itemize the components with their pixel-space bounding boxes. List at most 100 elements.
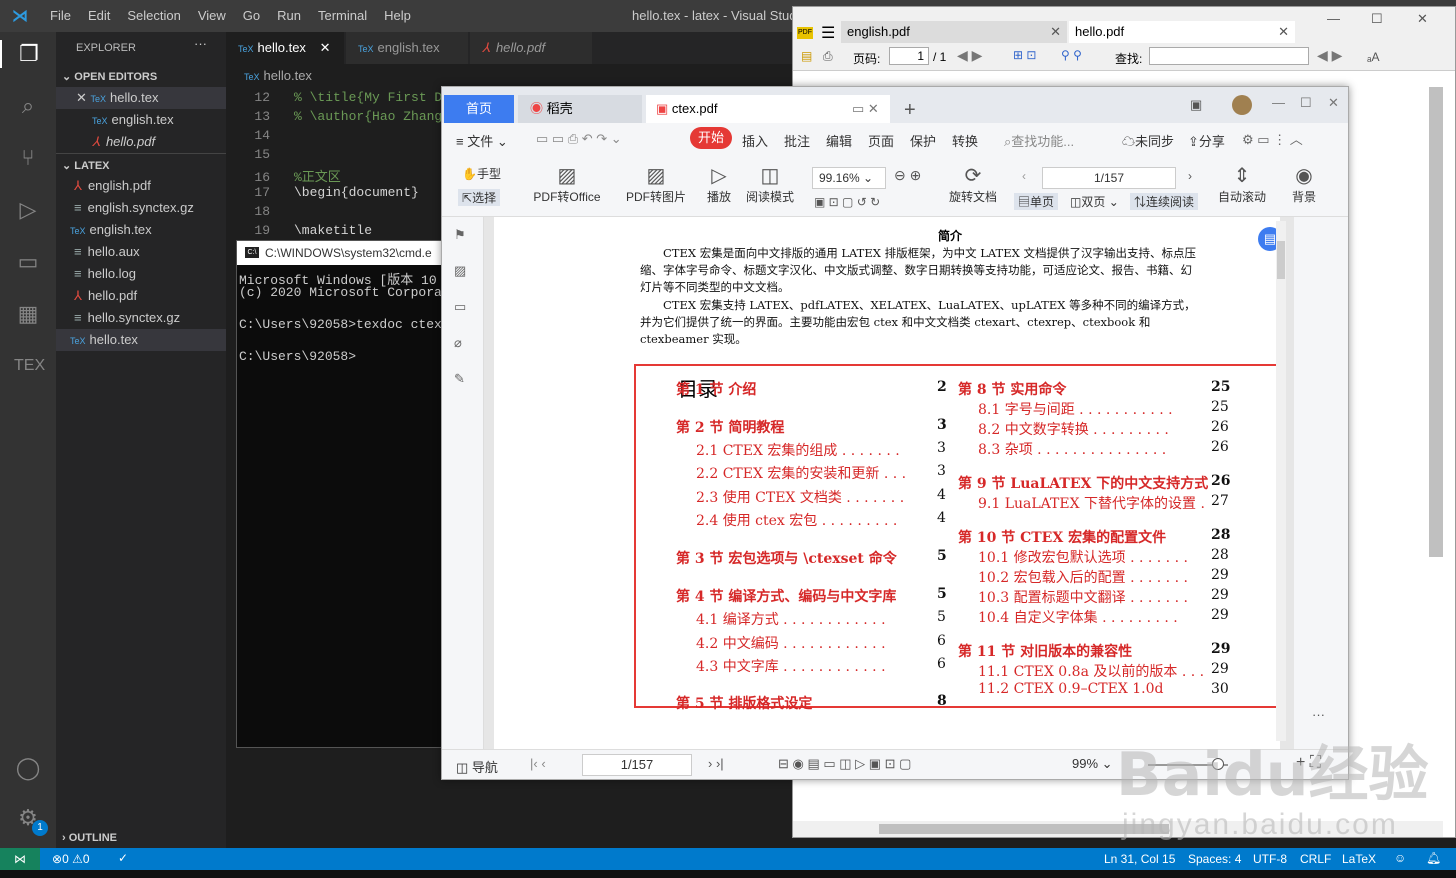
sign-icon[interactable]: ✎ — [454, 371, 465, 387]
menu-convert[interactable]: 转换 — [952, 131, 978, 150]
close-icon[interactable]: ▭ ✕ — [852, 95, 879, 123]
file-item[interactable]: ≡ english.synctex.gz — [56, 197, 226, 219]
code-line[interactable]: 14 — [226, 128, 294, 143]
next-last-icons[interactable]: › ›| — [708, 756, 724, 771]
close-icon[interactable]: ✕ — [320, 40, 331, 55]
toc-entry-label[interactable]: 第 5 节 排版格式设定 — [676, 693, 812, 713]
code-line[interactable]: 13% \author{Hao Zhang — [226, 109, 442, 124]
toc-entry-label[interactable]: 第 10 节 CTEX 宏集的配置文件 — [958, 527, 1166, 547]
comment-icon[interactable]: ▭ — [454, 299, 466, 315]
toc-entry-label[interactable]: 11.1 CTEX 0.8a 及以前的版本 . . . — [978, 661, 1204, 681]
open-editor-item[interactable]: ✕ TeX hello.tex — [56, 87, 226, 109]
menu-insert[interactable]: 插入 — [742, 131, 768, 150]
search-function[interactable]: ⌕查找功能... — [1004, 131, 1074, 150]
zoom-value[interactable]: 99% ⌄ — [1072, 756, 1113, 772]
code-line[interactable]: 15 — [226, 147, 294, 162]
account-icon[interactable]: ◯ — [14, 754, 42, 782]
tab-english-tex[interactable]: TeX english.tex — [346, 32, 468, 64]
code-line[interactable]: 17 \begin{document} — [226, 185, 418, 200]
toc-entry-label[interactable]: 10.4 自定义字体集 . . . . . . . . . — [978, 607, 1178, 627]
more-actions-icon[interactable]: ··· — [194, 36, 207, 51]
share-button[interactable]: ⇪分享 — [1188, 131, 1225, 150]
minimize-icon[interactable]: — — [1272, 95, 1285, 110]
select-tool-button[interactable]: ⇱选择 — [458, 189, 501, 206]
close-icon[interactable]: ✕ — [76, 90, 91, 105]
tab-home[interactable]: 首页 — [444, 95, 514, 123]
single-page-button[interactable]: ▤单页 — [1014, 193, 1059, 210]
file-item[interactable]: ⅄ hello.pdf — [56, 285, 226, 307]
close-window-icon[interactable]: ✕ — [1417, 11, 1428, 27]
new-tab-icon[interactable]: + — [904, 99, 916, 122]
code-line[interactable]: 19 \maketitle — [226, 223, 372, 238]
read-mode-button[interactable]: ◫ 阅读模式 — [744, 163, 796, 205]
toc-entry-label[interactable]: 9.1 LuaLATEX 下替代字体的设置 . — [978, 493, 1205, 513]
toc-entry-label[interactable]: 11.2 CTEX 0.9–CTEX 1.0d — [978, 681, 1164, 697]
toc-entry-label[interactable]: 4.3 中文字库 . . . . . . . . . . . . — [696, 656, 886, 676]
fit-icons[interactable]: ▣ ⊡ ▢ ↺ ↻ — [814, 195, 880, 209]
menu-file[interactable]: ≡ 文件 ⌄ — [456, 131, 508, 150]
more-icon[interactable]: ··· — [1312, 707, 1325, 722]
remote-icon[interactable]: ⋈ — [0, 848, 40, 870]
code-line[interactable]: 12% \title{My First D — [226, 90, 442, 105]
toc-entry-label[interactable]: 第 1 节 介绍 — [676, 379, 756, 399]
toc-entry-label[interactable]: 第 11 节 对旧版本的兼容性 — [958, 641, 1132, 661]
bookmark-icon[interactable]: ⚑ — [454, 227, 466, 243]
page-scrollbar[interactable] — [1276, 221, 1286, 741]
rotate-doc-button[interactable]: ⟳ 旋转文档 — [948, 163, 998, 205]
zoom-in-out-icons[interactable]: ⊖ ⊕ — [894, 167, 921, 184]
zoom-select[interactable]: 99.16% ⌄ — [812, 167, 886, 189]
remote-explorer-icon[interactable]: ▭ — [14, 248, 42, 276]
encoding[interactable]: UTF-8 — [1253, 852, 1287, 866]
cmd-title-bar[interactable]: C:\ C:\WINDOWS\system32\cmd.e — [237, 241, 445, 265]
close-window-icon[interactable]: ✕ — [1328, 95, 1339, 111]
page-input[interactable]: 1 — [889, 47, 929, 65]
file-item[interactable]: ⅄ english.pdf — [56, 175, 226, 197]
maximize-icon[interactable]: ☐ — [1371, 11, 1383, 27]
language-mode[interactable]: LaTeX — [1342, 852, 1376, 866]
menu-go[interactable]: Go — [243, 8, 260, 23]
pdf-page[interactable]: 简介 CTEX 宏集是面向中文排版的通用 LATEX 排版框架，为中文 LATE… — [494, 217, 1280, 749]
menu-view[interactable]: View — [198, 8, 226, 23]
minimize-icon[interactable]: — — [1327, 11, 1340, 26]
continuous-read-button[interactable]: ⇅连续阅读 — [1130, 193, 1199, 210]
next-page-icon[interactable]: › — [1188, 169, 1192, 183]
toc-entry-label[interactable]: 第 2 节 简明教程 — [676, 417, 784, 437]
quick-access-icons[interactable]: ▭ ▭ ⎙ ↶ ↷ ⌄ — [536, 131, 622, 147]
maximize-icon[interactable]: ☐ — [1300, 95, 1312, 111]
open-icon[interactable]: ▤ — [801, 49, 812, 63]
tab-docer[interactable]: ◉ 稻壳 — [518, 95, 642, 123]
toc-entry-label[interactable]: 2.3 使用 CTEX 文档类 . . . . . . . — [696, 487, 904, 507]
page-input[interactable]: 1/157 — [1042, 167, 1176, 189]
toc-entry-label[interactable]: 8.1 字号与间距 . . . . . . . . . . . — [978, 399, 1173, 419]
nav-button[interactable]: ◫ 导航 — [456, 757, 498, 776]
zoom-icon[interactable]: ⚲ ⚲ — [1061, 48, 1082, 62]
settings-icon[interactable]: ⚙ ▭ ⋮ ︿ — [1242, 129, 1303, 148]
menu-page[interactable]: 页面 — [868, 131, 894, 150]
prev-page-icon[interactable]: ‹ — [1022, 169, 1026, 183]
toc-entry-label[interactable]: 10.2 宏包载入后的配置 . . . . . . . — [978, 567, 1188, 587]
toc-entry-label[interactable]: 10.1 修改宏包默认选项 . . . . . . . — [978, 547, 1188, 567]
menu-run[interactable]: Run — [277, 8, 301, 23]
menu-file[interactable]: File — [50, 8, 71, 23]
menu-hamburger-icon[interactable]: ☰ — [821, 23, 835, 43]
wps-pdf-window[interactable]: 首页 ◉ 稻壳 ▣ ctex.pdf ▭ ✕ + ▣ — ☐ ✕ ≡ 文件 ⌄ ▭… — [441, 86, 1349, 780]
layout-icon[interactable]: ▣ — [1190, 97, 1202, 113]
fit-page-icon[interactable]: ⊞ ⊡ — [1013, 48, 1036, 62]
cursor-position[interactable]: Ln 31, Col 15 — [1104, 852, 1175, 866]
sumatra-tab-english[interactable]: english.pdf ✕ — [841, 21, 1067, 43]
menu-protect[interactable]: 保护 — [910, 131, 936, 150]
menu-annotate[interactable]: 批注 — [784, 131, 810, 150]
file-item[interactable]: ≡ hello.aux — [56, 241, 226, 263]
find-prev-next-icon[interactable]: ◀ ▶ — [1317, 47, 1342, 64]
explorer-icon[interactable]: ❐ — [0, 40, 56, 68]
menu-help[interactable]: Help — [384, 8, 411, 23]
run-debug-icon[interactable]: ▷ — [14, 196, 42, 224]
toc-entry-label[interactable]: 8.2 中文数字转换 . . . . . . . . . — [978, 419, 1169, 439]
view-icons[interactable]: ⊟ ◉ ▤ ▭ ◫ ▷ ▣ ⊡ ▢ — [778, 756, 911, 772]
match-case-icon[interactable]: ₐA — [1367, 50, 1379, 64]
check-icon[interactable]: ✓ — [118, 851, 128, 865]
open-editor-item[interactable]: ⅄ hello.pdf — [56, 131, 226, 153]
toc-entry-label[interactable]: 2.4 使用 ctex 宏包 . . . . . . . . . — [696, 510, 897, 530]
source-control-icon[interactable]: ⑂ — [14, 144, 42, 172]
thumbnail-icon[interactable]: ▨ — [454, 263, 466, 279]
